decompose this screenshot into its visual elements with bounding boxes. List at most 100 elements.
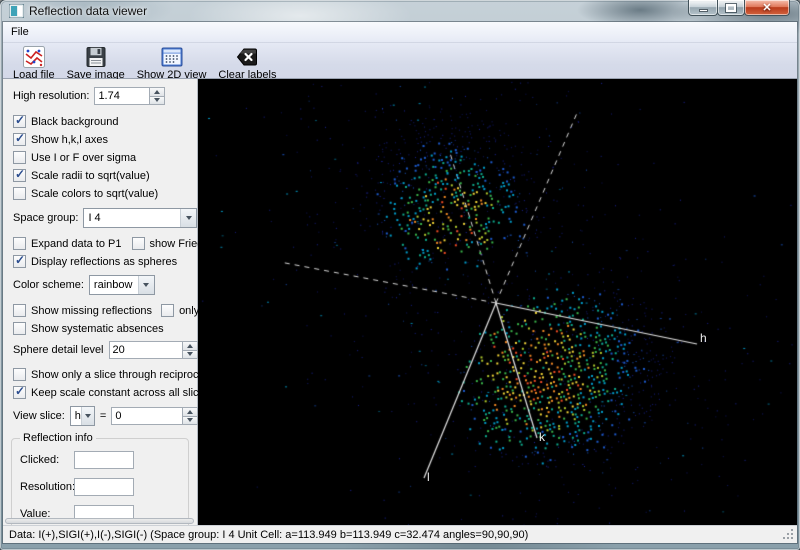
clicked-row: Clicked:: [20, 451, 180, 469]
black-background-row: Black background: [13, 115, 197, 128]
view-slice-label: View slice:: [13, 410, 65, 422]
axis-label-k: k: [539, 430, 545, 444]
save-image-icon: [84, 45, 108, 69]
reflection-3d-viewport: h k l: [198, 79, 797, 525]
high-resolution-spinner[interactable]: [150, 87, 165, 105]
friedel-pairs-checkbox[interactable]: [132, 237, 145, 250]
minimize-button[interactable]: [688, 0, 718, 16]
keep-scale-checkbox[interactable]: [13, 386, 26, 399]
color-scheme-row: Color scheme: rainbow: [13, 275, 197, 295]
resolution-row: Resolution:: [20, 478, 180, 496]
slice-only-checkbox[interactable]: [13, 368, 26, 381]
black-background-checkbox[interactable]: [13, 115, 26, 128]
app-icon: [9, 4, 24, 18]
resize-grip[interactable]: [782, 528, 795, 541]
resolution-input[interactable]: [74, 478, 134, 496]
show-axes-label: Show h,k,l axes: [31, 134, 108, 146]
clicked-label: Clicked:: [20, 454, 74, 466]
menu-file[interactable]: File: [3, 23, 37, 41]
view-slice-dropdown-arrow-icon: [81, 407, 94, 425]
settings-panel: High resolution: Black background Show h…: [3, 79, 198, 525]
space-group-row: Space group: I 4: [13, 208, 197, 228]
systematic-absences-row: Show systematic absences: [13, 322, 197, 335]
scale-colors-row: Scale colors to sqrt(value): [13, 187, 197, 200]
color-scheme-dropdown-arrow-icon: [138, 276, 154, 294]
sphere-detail-spinner[interactable]: [183, 341, 198, 359]
color-scheme-combobox[interactable]: rainbow: [89, 275, 155, 295]
display-spheres-checkbox[interactable]: [13, 255, 26, 268]
color-scheme-label: Color scheme:: [13, 279, 84, 291]
show-axes-checkbox[interactable]: [13, 133, 26, 146]
top-band: File Load file: [3, 22, 797, 79]
view-slice-row: View slice: h =: [13, 406, 197, 426]
axis-label-h: h: [700, 331, 707, 345]
window-controls: ✕: [689, 0, 790, 16]
save-image-button[interactable]: Save image: [61, 44, 131, 82]
view-slice-equals-label: =: [100, 410, 106, 422]
space-group-dropdown-arrow-icon: [180, 209, 196, 227]
view-slice-spinner[interactable]: [183, 407, 198, 425]
title-bar[interactable]: Reflection data viewer ✕: [0, 0, 800, 22]
high-resolution-input[interactable]: [94, 87, 150, 105]
app-window: Reflection data viewer ✕ File: [0, 0, 800, 550]
missing-only-label: only: [179, 305, 199, 317]
show-missing-checkbox[interactable]: [13, 304, 26, 317]
space-group-label: Space group:: [13, 212, 78, 224]
high-resolution-row: High resolution:: [13, 87, 197, 105]
client-area: File Load file: [3, 22, 797, 543]
expand-p1-checkbox[interactable]: [13, 237, 26, 250]
i-over-sigma-row: Use I or F over sigma: [13, 151, 197, 164]
systematic-absences-label: Show systematic absences: [31, 323, 164, 335]
display-spheres-label: Display reflections as spheres: [31, 256, 177, 268]
clear-labels-icon: [235, 45, 259, 69]
i-over-sigma-label: Use I or F over sigma: [31, 152, 136, 164]
view-slice-input[interactable]: [111, 407, 183, 425]
maximize-icon: [726, 4, 736, 12]
clicked-input[interactable]: [74, 451, 134, 469]
status-text: Data: I(+),SIGI(+),I(-),SIGI(-) (Space g…: [9, 529, 528, 541]
keep-scale-label: Keep scale constant across all slices: [31, 387, 210, 399]
load-file-icon: [22, 45, 46, 69]
load-file-button[interactable]: Load file: [7, 44, 61, 82]
show-2d-view-button[interactable]: Show 2D view: [131, 44, 213, 82]
status-bar: Data: I(+),SIGI(+),I(-),SIGI(-) (Space g…: [3, 525, 797, 543]
color-scheme-value: rainbow: [94, 279, 133, 291]
sphere-detail-row: Sphere detail level: [13, 341, 197, 359]
window-title: Reflection data viewer: [29, 4, 147, 18]
show-missing-label: Show missing reflections: [31, 305, 152, 317]
close-button[interactable]: ✕: [744, 0, 790, 16]
high-resolution-label: High resolution:: [13, 90, 89, 102]
slice-only-row: Show only a slice through reciprocal spa…: [13, 368, 197, 381]
scale-colors-label: Scale colors to sqrt(value): [31, 188, 158, 200]
axis-label-l: l: [427, 470, 430, 484]
scale-radii-label: Scale radii to sqrt(value): [31, 170, 150, 182]
show-axes-row: Show h,k,l axes: [13, 133, 197, 146]
resolution-label: Resolution:: [20, 481, 74, 493]
minimize-icon: [699, 9, 708, 12]
space-group-combobox[interactable]: I 4: [83, 208, 197, 228]
panel-horizontal-scrollbar[interactable]: [5, 518, 194, 524]
keep-scale-row: Keep scale constant across all slices: [13, 386, 197, 399]
maximize-button[interactable]: [717, 0, 745, 16]
close-icon: ✕: [762, 1, 771, 14]
toolbar: Load file Save image: [3, 43, 797, 79]
scale-radii-checkbox[interactable]: [13, 169, 26, 182]
reflection-info-title: Reflection info: [20, 432, 96, 444]
display-spheres-row: Display reflections as spheres: [13, 255, 197, 268]
scale-radii-row: Scale radii to sqrt(value): [13, 169, 197, 182]
sphere-detail-input[interactable]: [109, 341, 183, 359]
clear-labels-button[interactable]: Clear labels: [212, 44, 282, 82]
i-over-sigma-checkbox[interactable]: [13, 151, 26, 164]
missing-only-checkbox[interactable]: [161, 304, 174, 317]
space-group-value: I 4: [88, 212, 100, 224]
sphere-detail-label: Sphere detail level: [13, 344, 104, 356]
show-missing-row: Show missing reflections only: [13, 304, 197, 317]
scale-colors-checkbox[interactable]: [13, 187, 26, 200]
expand-p1-label: Expand data to P1: [31, 238, 122, 250]
systematic-absences-checkbox[interactable]: [13, 322, 26, 335]
show-2d-view-icon: [160, 45, 184, 69]
reflection-scatter-canvas[interactable]: [198, 79, 797, 528]
view-slice-axis-combobox[interactable]: h: [70, 406, 95, 426]
expand-p1-row: Expand data to P1 show Friedel pairs: [13, 237, 197, 250]
black-background-label: Black background: [31, 116, 118, 128]
